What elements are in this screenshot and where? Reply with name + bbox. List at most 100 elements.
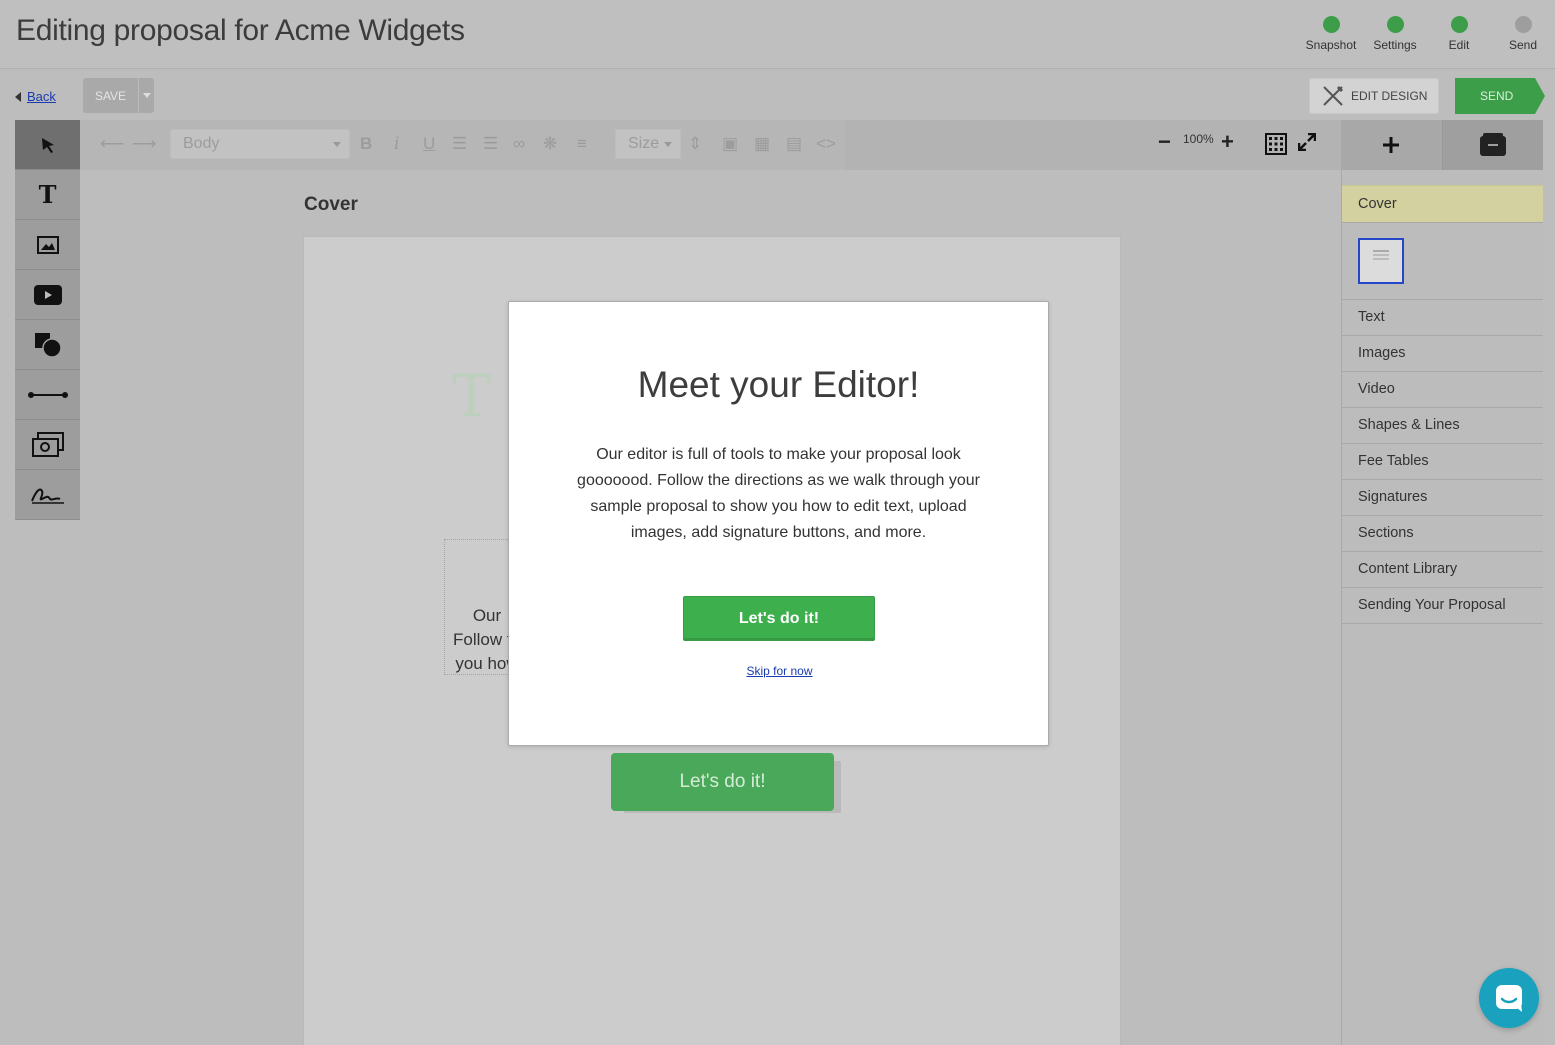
save-label: SAVE [94,88,127,103]
tool-shapes[interactable] [15,320,80,370]
undo-icon[interactable]: ⟵ [100,134,124,154]
bullet-list-icon[interactable]: ☰ [452,134,467,154]
add-section-button[interactable] [1341,120,1443,170]
nav-item-sections[interactable]: Sections [1342,516,1543,552]
section-title: Cover [304,194,358,215]
nav-item-fee-tables[interactable]: Fee Tables [1342,444,1543,480]
page-thumbnail[interactable] [1358,238,1404,284]
step-label: Send [1508,38,1538,52]
redo-icon[interactable]: ⟶ [132,134,156,154]
tool-line[interactable] [15,370,80,420]
step-snapshot[interactable]: Snapshot [1299,14,1363,52]
save-button[interactable]: SAVE [83,78,154,113]
font-size-select[interactable]: Size [615,129,681,159]
modal-title: Meet your Editor! [637,364,920,405]
progress-steps: Snapshot Settings Edit Send [1299,14,1555,52]
format-toolbar: ⟵ ⟶ Body B i U ☰ ☰ ∞ ❋ ≡ Size ⇕ ▣ ▦ ▤ <>… [80,120,1341,170]
section-navigator: Cover Text Images Video Shapes & Lines F… [1341,170,1543,1045]
page-title: Editing proposal for Acme Widgets [16,14,465,47]
code-view-icon[interactable]: <> [816,134,836,154]
signature-icon [30,488,64,504]
back-link[interactable]: Back [15,89,56,104]
step-edit[interactable]: Edit [1427,14,1491,52]
back-arrow-icon [15,91,21,102]
nav-item-images[interactable]: Images [1342,336,1543,372]
modal-body: Our editor is full of tools to make your… [577,446,980,541]
tool-signature[interactable] [15,470,80,520]
edit-design-button[interactable]: EDIT DESIGN [1309,78,1439,114]
edit-design-label: EDIT DESIGN [1351,89,1428,103]
text-style-select[interactable]: Body [170,129,350,159]
chevron-down-icon [333,142,341,147]
back-label: Back [27,89,56,104]
page-cta-button[interactable]: Let's do it! [611,753,834,811]
zoom-level: 100% [1183,132,1214,146]
plus-icon [1383,137,1400,153]
nav-item-content-library[interactable]: Content Library [1342,552,1543,588]
numbered-list-icon[interactable]: ☰ [483,134,498,154]
step-label: Settings [1373,38,1417,52]
chat-icon [1496,985,1522,1012]
chat-launcher-button[interactable] [1479,968,1539,1028]
text-icon: T [38,180,57,209]
insert-table-icon[interactable]: ▦ [754,134,770,154]
zoom-in-icon[interactable]: + [1221,129,1234,155]
save-options-dropdown[interactable] [138,78,154,113]
shapes-icon [34,332,62,358]
content-library-button[interactable] [1442,120,1543,170]
fee-table-icon [31,431,64,457]
nav-item-sending-proposal[interactable]: Sending Your Proposal [1342,588,1543,624]
underline-icon[interactable]: U [423,134,435,154]
tool-video[interactable] [15,270,80,320]
image-icon [36,235,59,254]
unlink-icon[interactable]: ❋ [543,134,557,154]
skip-link[interactable]: Skip for now [509,664,1050,678]
welcome-modal: Meet your Editor! Our editor is full of … [508,301,1049,746]
nav-item-video[interactable]: Video [1342,372,1543,408]
step-label: Edit [1448,38,1470,52]
grid-icon[interactable] [1265,133,1287,155]
step-status-dot [1322,16,1340,33]
send-label: SEND [1480,89,1514,103]
tool-image[interactable] [15,220,80,270]
italic-icon[interactable]: i [394,134,399,154]
step-status-dot [1514,16,1532,33]
nav-item-text[interactable]: Text [1342,300,1543,336]
action-bar: Back SAVE EDIT DESIGN SEND [0,70,1555,120]
chevron-down-icon [664,142,672,147]
lets-do-it-button[interactable]: Let's do it! [683,596,875,641]
line-height-icon[interactable]: ⇕ [688,134,702,154]
font-size-value: Size [628,135,660,152]
element-tools: T [15,120,80,520]
chevron-down-icon [142,93,151,98]
top-header: Editing proposal for Acme Widgets Snapsh… [0,0,1555,69]
step-status-dot [1386,16,1404,33]
link-icon[interactable]: ∞ [513,134,525,154]
send-button[interactable]: SEND [1455,78,1545,114]
zoom-out-icon[interactable]: − [1158,129,1171,155]
text-style-value: Body [183,135,220,152]
design-tools-icon [1323,85,1344,106]
video-icon [33,284,62,305]
step-send[interactable]: Send [1491,14,1555,52]
insert-template-icon[interactable]: ▤ [786,134,802,154]
text-fragment: Our [472,606,502,625]
step-label: Snapshot [1305,38,1357,52]
nav-item-signatures[interactable]: Signatures [1342,480,1543,516]
thumbnail-preview [1373,250,1389,252]
right-panel-tabs [1341,120,1543,170]
step-settings[interactable]: Settings [1363,14,1427,52]
pointer-icon [41,137,54,153]
tool-fee-table[interactable] [15,420,80,470]
nav-item-cover[interactable]: Cover [1342,185,1543,223]
page-thumbnail-row [1342,223,1543,300]
align-icon[interactable]: ≡ [577,134,587,154]
fullscreen-icon[interactable] [1298,133,1316,151]
tool-text[interactable]: T [15,170,80,220]
step-status-dot [1450,16,1468,33]
nav-item-shapes-lines[interactable]: Shapes & Lines [1342,408,1543,444]
bold-icon[interactable]: B [360,134,372,154]
tool-select[interactable] [15,120,80,170]
insert-image-icon[interactable]: ▣ [722,134,738,154]
text-placeholder-icon: T [452,362,491,430]
